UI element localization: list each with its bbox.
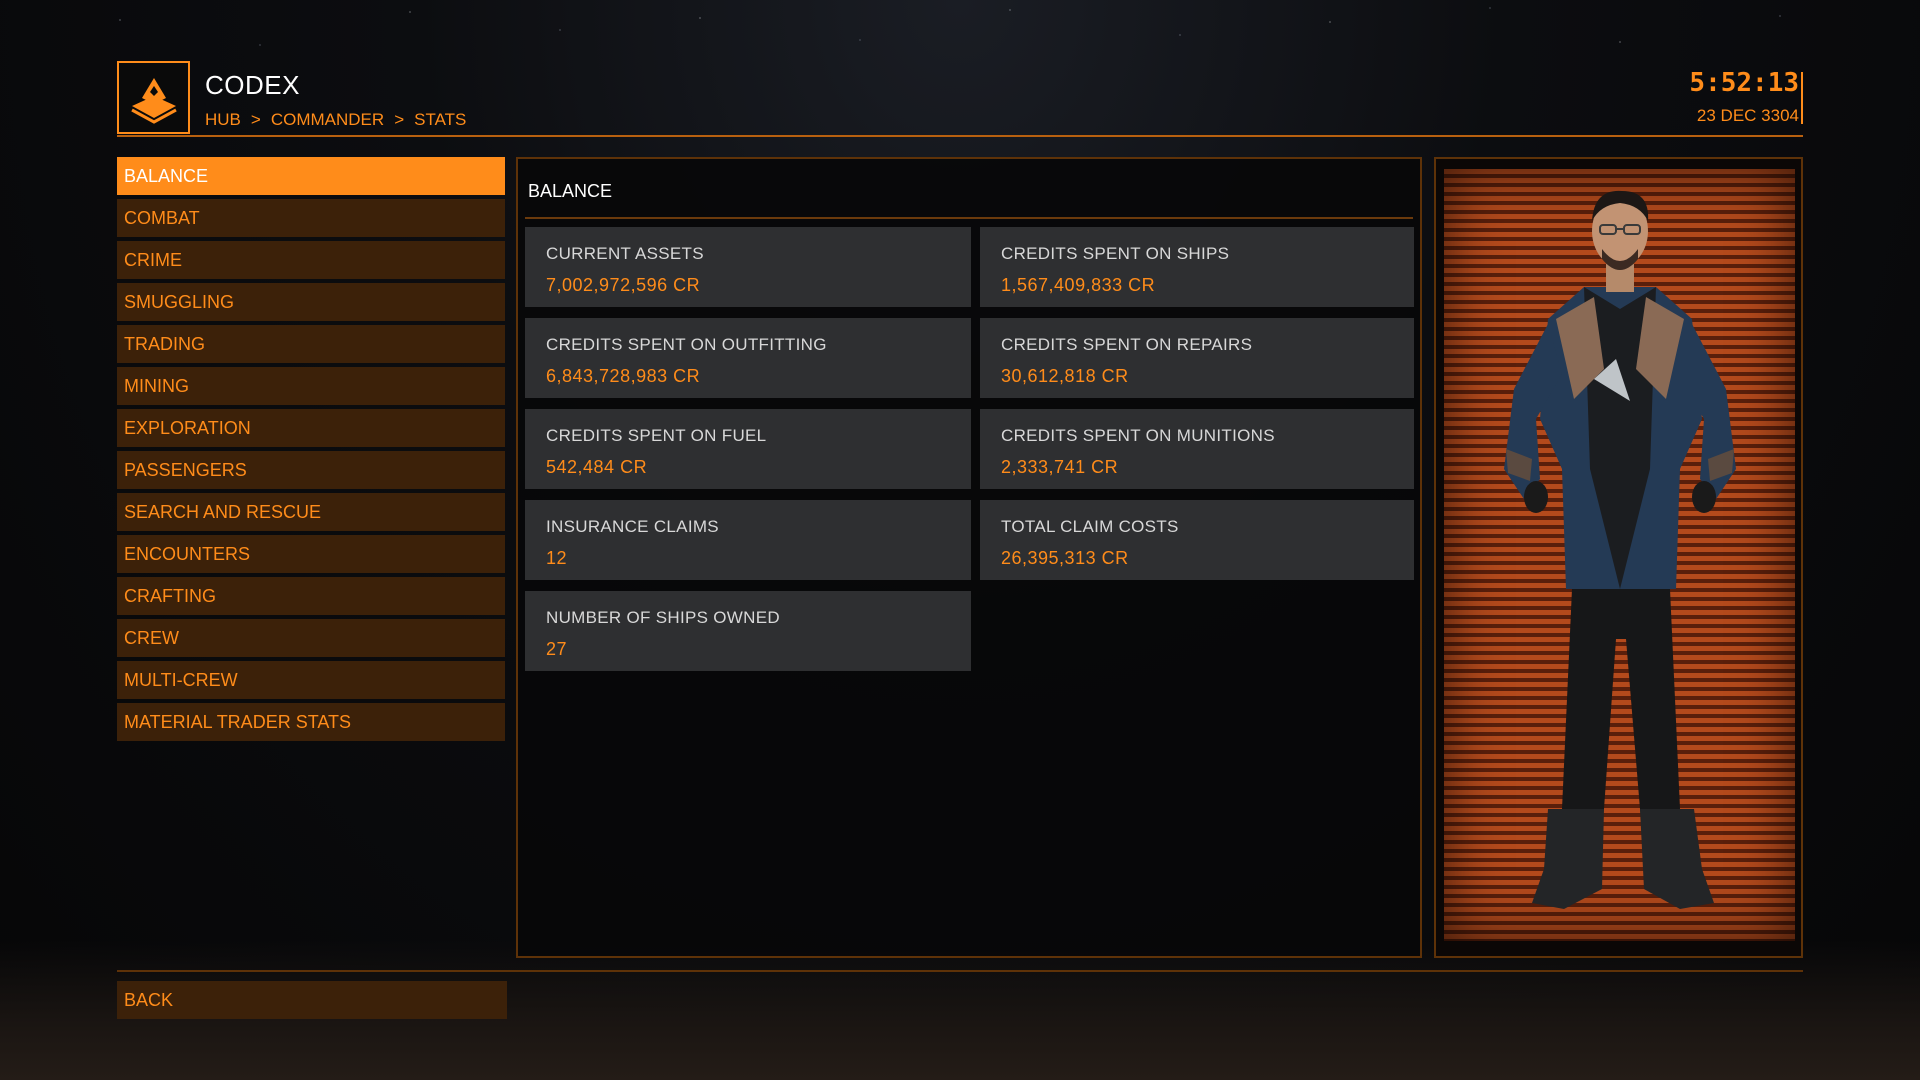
back-button[interactable]: BACK	[117, 981, 507, 1019]
sidebar-item-label: ENCOUNTERS	[124, 543, 251, 564]
commander-portrait-panel	[1434, 157, 1803, 958]
game-date: 23 DEC 3304	[1696, 106, 1799, 125]
balance-panel: BALANCE CURRENT ASSETS 7,002,972,596 CR …	[516, 157, 1422, 958]
page-title: CODEX	[205, 70, 300, 100]
codex-logo	[117, 61, 190, 134]
commander-avatar	[1504, 190, 1736, 909]
stat-card-current-assets: CURRENT ASSETS 7,002,972,596 CR	[525, 227, 971, 307]
sidebar-item-smuggling[interactable]: SMUGGLING	[117, 283, 505, 321]
breadcrumb-separator: >	[394, 110, 405, 129]
stat-label: CURRENT ASSETS	[546, 244, 704, 263]
back-button-label: BACK	[124, 989, 174, 1010]
breadcrumb: HUB > COMMANDER > STATS	[205, 110, 466, 130]
stat-card-credits-spent-on-repairs: CREDITS SPENT ON REPAIRS 30,612,818 CR	[980, 318, 1414, 398]
stat-value: 12	[546, 548, 568, 568]
stat-value: 2,333,741 CR	[1001, 457, 1119, 477]
stat-card-credits-spent-on-outfitting: CREDITS SPENT ON OUTFITTING 6,843,728,98…	[525, 318, 971, 398]
sidebar-item-label: PASSENGERS	[124, 459, 247, 480]
sidebar-item-crime[interactable]: CRIME	[117, 241, 505, 279]
stat-value: 26,395,313 CR	[1001, 548, 1129, 568]
footer-divider	[117, 970, 1803, 972]
stat-label: CREDITS SPENT ON SHIPS	[1001, 244, 1230, 263]
stat-value: 7,002,972,596 CR	[546, 275, 701, 295]
sidebar-item-label: MINING	[124, 375, 189, 396]
breadcrumb-stats: STATS	[414, 110, 467, 129]
sidebar-item-multi-crew[interactable]: MULTI-CREW	[117, 661, 505, 699]
game-clock: 5:52:13	[1689, 68, 1799, 98]
panel-divider	[525, 217, 1413, 219]
codex-book-icon	[130, 77, 177, 124]
sidebar-item-label: CRAFTING	[124, 585, 216, 606]
sidebar-item-label: EXPLORATION	[124, 417, 251, 438]
stat-card-credits-spent-on-fuel: CREDITS SPENT ON FUEL 542,484 CR	[525, 409, 971, 489]
sidebar-item-label: COMBAT	[124, 207, 200, 228]
sidebar-item-label: CRIME	[124, 249, 182, 270]
stat-label: CREDITS SPENT ON OUTFITTING	[546, 335, 827, 354]
stat-label: CREDITS SPENT ON FUEL	[546, 426, 767, 445]
stat-card-credits-spent-on-munitions: CREDITS SPENT ON MUNITIONS 2,333,741 CR	[980, 409, 1414, 489]
sidebar-item-combat[interactable]: COMBAT	[117, 199, 505, 237]
stat-card-insurance-claims: INSURANCE CLAIMS 12	[525, 500, 971, 580]
stat-label: CREDITS SPENT ON MUNITIONS	[1001, 426, 1275, 445]
stat-value: 30,612,818 CR	[1001, 366, 1129, 386]
sidebar-item-label: CREW	[124, 627, 179, 648]
panel-title: BALANCE	[528, 181, 613, 201]
sidebar-item-label: SMUGGLING	[124, 291, 235, 312]
stat-value: 27	[546, 639, 568, 659]
sidebar-item-label: MULTI-CREW	[124, 669, 238, 690]
stat-card-number-of-ships-owned: NUMBER OF SHIPS OWNED 27	[525, 591, 971, 671]
stats-category-menu: BALANCE COMBAT CRIME SMUGGLING TRADING M…	[117, 157, 505, 745]
clock-divider	[1801, 72, 1803, 124]
sidebar-item-label: BALANCE	[124, 165, 209, 186]
sidebar-item-passengers[interactable]: PASSENGERS	[117, 451, 505, 489]
stat-card-credits-spent-on-ships: CREDITS SPENT ON SHIPS 1,567,409,833 CR	[980, 227, 1414, 307]
stat-label: NUMBER OF SHIPS OWNED	[546, 608, 780, 627]
sidebar-item-crafting[interactable]: CRAFTING	[117, 577, 505, 615]
sidebar-item-label: TRADING	[124, 333, 205, 354]
sidebar-item-balance[interactable]: BALANCE	[117, 157, 505, 195]
breadcrumb-separator: >	[250, 110, 261, 129]
stat-value: 542,484 CR	[546, 457, 648, 477]
stat-card-total-claim-costs: TOTAL CLAIM COSTS 26,395,313 CR	[980, 500, 1414, 580]
sidebar-item-mining[interactable]: MINING	[117, 367, 505, 405]
breadcrumb-hub[interactable]: HUB	[205, 110, 241, 130]
stat-value: 6,843,728,983 CR	[546, 366, 701, 386]
sidebar-item-exploration[interactable]: EXPLORATION	[117, 409, 505, 447]
stats-grid: CURRENT ASSETS 7,002,972,596 CR CREDITS …	[525, 227, 1414, 671]
sidebar-item-trading[interactable]: TRADING	[117, 325, 505, 363]
sidebar-item-material-trader-stats[interactable]: MATERIAL TRADER STATS	[117, 703, 505, 741]
stat-value: 1,567,409,833 CR	[1001, 275, 1156, 295]
stat-label: TOTAL CLAIM COSTS	[1001, 517, 1179, 536]
sidebar-item-encounters[interactable]: ENCOUNTERS	[117, 535, 505, 573]
stat-label: INSURANCE CLAIMS	[546, 517, 719, 536]
sidebar-item-label: SEARCH AND RESCUE	[124, 501, 322, 522]
sidebar-item-label: MATERIAL TRADER STATS	[124, 711, 352, 732]
stat-label: CREDITS SPENT ON REPAIRS	[1001, 335, 1253, 354]
sidebar-item-crew[interactable]: CREW	[117, 619, 505, 657]
header-divider	[117, 135, 1803, 137]
breadcrumb-commander[interactable]: COMMANDER	[271, 110, 384, 130]
sidebar-item-search-and-rescue[interactable]: SEARCH AND RESCUE	[117, 493, 505, 531]
